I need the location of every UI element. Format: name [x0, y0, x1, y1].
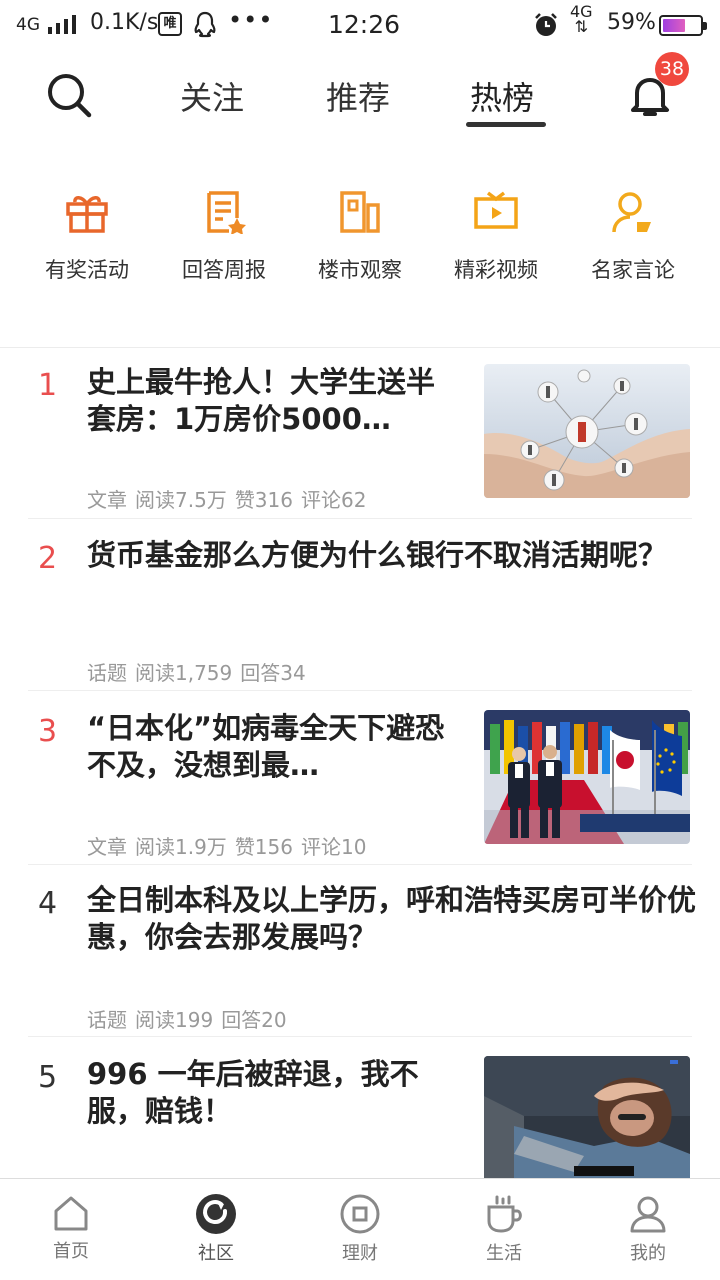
item-meta: 话题 阅读199 回答20 [87, 1008, 287, 1032]
quick-entry-weekly-report[interactable]: 回答周报 [156, 190, 292, 300]
data-type: 4G ⇅ [570, 2, 593, 36]
video-icon [474, 191, 518, 229]
nav-profile[interactable]: 我的 [598, 1193, 698, 1265]
quick-entry-label: 有奖活动 [45, 258, 129, 282]
list-separator [28, 1036, 692, 1037]
quick-entry-row: 有奖活动 回答周报 楼市观察 精彩视频 名家言论 [0, 190, 720, 300]
quick-entry-rewards[interactable]: 有奖活动 [19, 190, 155, 300]
item-meta: 文章 阅读1.9万 赞156 评论10 [87, 835, 367, 859]
quick-entry-expert-views[interactable]: 名家言论 [565, 190, 701, 300]
building-icon [340, 191, 380, 233]
qq-icon [192, 11, 218, 39]
hot-list-item[interactable]: 2 货币基金那么方便为什么银行不取消活期呢？ 话题 阅读1,759 回答34 [0, 535, 720, 690]
search-button[interactable] [44, 71, 94, 121]
tab-hot-list[interactable]: 热榜 [470, 73, 534, 119]
list-separator [28, 690, 692, 691]
bottom-nav: 首页 社区 理财 生活 我的 [0, 1178, 720, 1280]
item-meta: 话题 阅读1,759 回答34 [87, 661, 306, 685]
list-separator [28, 864, 692, 865]
alarm-icon [533, 12, 559, 38]
nav-label: 社区 [198, 1243, 234, 1264]
nav-label: 我的 [630, 1243, 666, 1264]
section-divider [0, 347, 720, 348]
report-icon [207, 191, 246, 234]
nav-home[interactable]: 首页 [21, 1193, 121, 1263]
list-separator [28, 518, 692, 519]
profile-icon [630, 1196, 666, 1233]
community-icon [196, 1194, 236, 1234]
rank-number: 5 [38, 1060, 58, 1095]
network-type: 4G [16, 15, 40, 35]
more-notifications-icon: ••• [228, 6, 274, 34]
item-thumbnail [484, 1056, 690, 1178]
network-speed: 0.1K/s [90, 10, 159, 35]
item-title: 货币基金那么方便为什么银行不取消活期呢？ [87, 538, 668, 572]
hot-list-item[interactable]: 5 996 一年后被辞退，我不服，赔钱！ [0, 1054, 720, 1178]
status-bar: 4G 0.1K/s 唯 ••• 12:26 4G ⇅ 59% [0, 0, 720, 50]
item-thumbnail [484, 364, 690, 498]
top-nav: 关注 推荐 热榜 [0, 55, 720, 135]
rank-number: 1 [38, 368, 58, 403]
gift-icon [66, 196, 108, 233]
rank-number: 2 [38, 541, 58, 576]
hot-list-item[interactable]: 4 全日制本科及以上学历，呼和浩特买房可半价优惠，你会去那发展吗？ 话题 阅读19… [0, 880, 720, 1035]
search-icon [48, 74, 92, 118]
active-tab-indicator [466, 122, 546, 127]
finance-icon [340, 1194, 380, 1234]
quick-entry-videos[interactable]: 精彩视频 [428, 190, 564, 300]
quick-entry-property-watch[interactable]: 楼市观察 [292, 190, 428, 300]
battery-icon [659, 15, 707, 36]
home-icon [54, 1196, 88, 1231]
tab-follow[interactable]: 关注 [180, 73, 244, 119]
clock: 12:26 [328, 10, 401, 39]
quick-entry-label: 精彩视频 [454, 258, 538, 282]
cup-icon [487, 1195, 522, 1233]
nav-label: 理财 [342, 1243, 378, 1264]
rank-number: 4 [38, 886, 58, 921]
hot-list-item[interactable]: 3 “日本化”如病毒全天下避恐不及，没想到最… 文章 阅读1.9万 赞156 评论10 [0, 708, 720, 864]
item-meta: 文章 阅读7.5万 赞316 评论62 [87, 488, 367, 512]
nav-label: 首页 [53, 1241, 89, 1262]
item-title: “日本化”如病毒全天下避恐不及，没想到最… [87, 711, 445, 782]
rank-number: 3 [38, 714, 58, 749]
tab-recommend[interactable]: 推荐 [326, 73, 390, 119]
nav-label: 生活 [486, 1243, 522, 1264]
item-title: 996 一年后被辞退，我不服，赔钱！ [87, 1057, 419, 1128]
app-notification-icon: 唯 [158, 12, 182, 36]
nav-community[interactable]: 社区 [166, 1193, 266, 1265]
quick-entry-label: 楼市观察 [318, 258, 402, 282]
quick-entry-label: 名家言论 [591, 258, 675, 282]
item-thumbnail [484, 710, 690, 844]
battery-percent: 59% [607, 10, 656, 35]
item-title: 史上最牛抢人！大学生送半套房：1万房价5000… [87, 365, 436, 436]
user-comment-icon [612, 192, 651, 233]
nav-life[interactable]: 生活 [454, 1193, 554, 1265]
signal-icon [48, 14, 78, 34]
nav-finance[interactable]: 理财 [310, 1193, 410, 1265]
hot-list-item[interactable]: 1 史上最牛抢人！大学生送半套房：1万房价5000… 文章 阅读7.5万 赞316 评… [0, 362, 720, 518]
notification-badge: 38 [655, 52, 689, 86]
item-title: 全日制本科及以上学历，呼和浩特买房可半价优惠，你会去那发展吗？ [87, 883, 697, 954]
quick-entry-label: 回答周报 [182, 258, 266, 282]
